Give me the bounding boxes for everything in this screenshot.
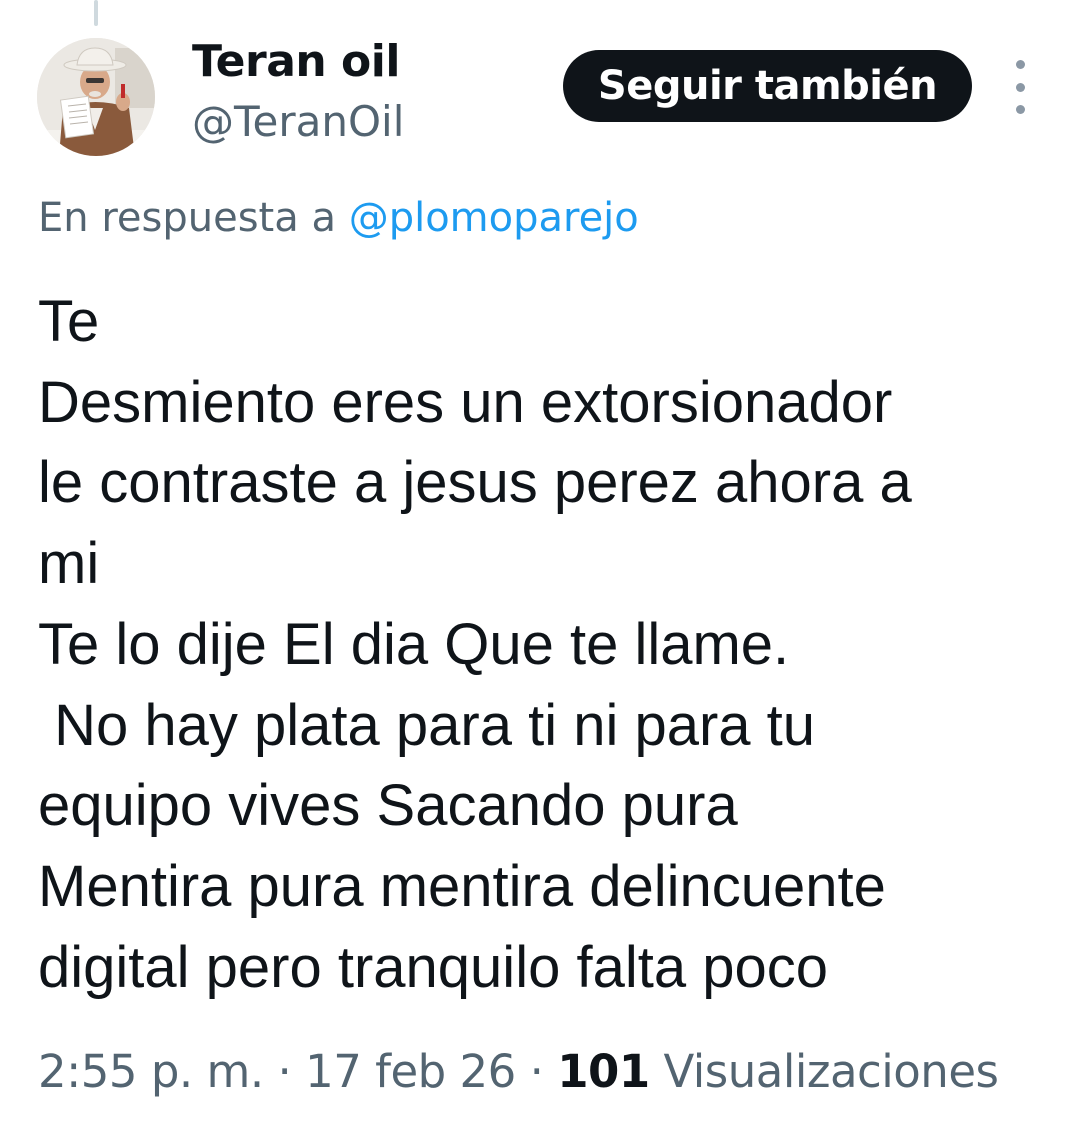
tweet-meta: 2:55 p. m. · 17 feb 26 · 101 Visualizaci…: [38, 1045, 999, 1098]
tweet-time[interactable]: 2:55 p. m.: [38, 1045, 264, 1098]
views-count[interactable]: 101: [557, 1045, 650, 1098]
more-dot: [1015, 60, 1025, 69]
avatar-photo: [37, 38, 155, 156]
tweet-text: Te Desmiento eres un extorsionador le co…: [38, 289, 912, 1000]
meta-separator: ·: [515, 1045, 558, 1098]
meta-separator: ·: [263, 1045, 306, 1098]
reply-mention-link[interactable]: @plomoparejo: [349, 195, 639, 241]
views-label[interactable]: Visualizaciones: [650, 1045, 998, 1098]
reply-context: En respuesta a @plomoparejo: [38, 195, 639, 241]
avatar[interactable]: [37, 38, 155, 156]
author-handle[interactable]: @TeranOil: [192, 97, 404, 146]
thread-connector-line: [94, 0, 98, 26]
tweet-date[interactable]: 17 feb 26: [305, 1045, 516, 1098]
author-display-name[interactable]: Teran oil: [192, 36, 400, 87]
more-dot: [1015, 105, 1025, 114]
more-dot: [1015, 82, 1025, 92]
reply-prefix: En respuesta a: [38, 195, 349, 241]
follow-back-button[interactable]: Seguir también: [563, 50, 972, 122]
more-options-icon[interactable]: [1004, 60, 1036, 114]
